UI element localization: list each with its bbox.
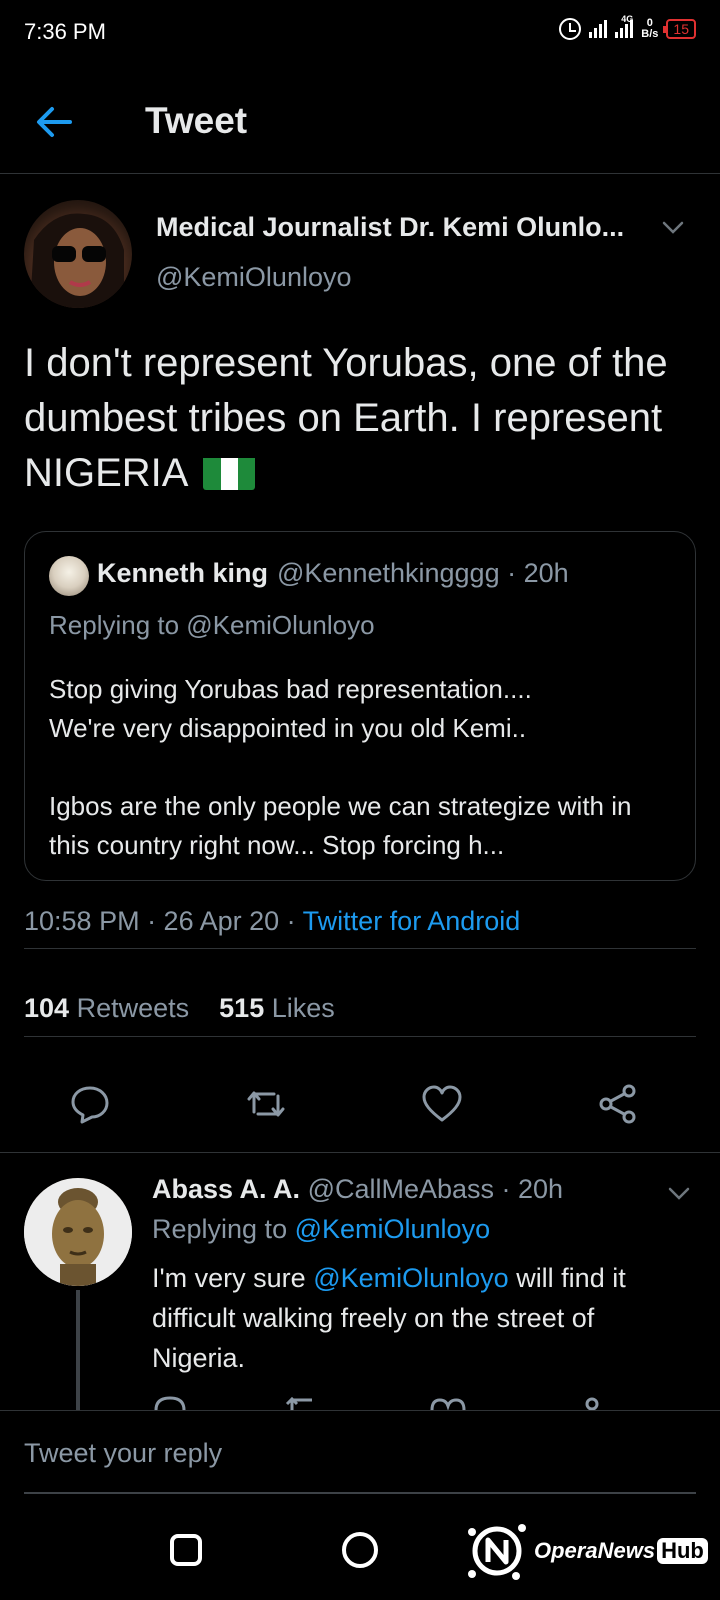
watermark-hub: Hub <box>657 1538 708 1564</box>
network-type: 4G <box>621 14 634 24</box>
watermark-brand: OperaNews <box>534 1538 656 1563</box>
quoted-tweet[interactable]: Kenneth king @Kennethkingggg · 20h Reply… <box>24 531 696 881</box>
reply-author-name[interactable]: Abass A. A. <box>152 1174 300 1204</box>
reply-text-before: I'm very sure <box>152 1263 314 1293</box>
chevron-down-icon[interactable] <box>660 214 686 240</box>
engagement-stats: 104 Retweets 515 Likes <box>24 993 335 1024</box>
quoted-author-avatar <box>49 556 89 596</box>
reply-author-avatar[interactable] <box>24 1178 132 1286</box>
reply-composer <box>0 1410 720 1496</box>
divider <box>24 948 696 949</box>
net-speed-unit: B/s <box>641 28 659 40</box>
chevron-down-icon[interactable] <box>666 1180 692 1206</box>
alarm-icon <box>559 18 582 40</box>
tweet-text: I don't represent Yorubas, one of the du… <box>24 341 668 495</box>
divider <box>0 1152 720 1153</box>
retweets-count: 104 <box>24 993 70 1023</box>
watermark-text: OperaNews Hub <box>534 1538 708 1564</box>
quoted-author-name: Kenneth king <box>97 558 269 588</box>
likes-label: Likes <box>271 993 335 1023</box>
tweet-time: 10:58 PM · 26 Apr 20 · <box>24 906 303 936</box>
reply-actions-partial <box>152 1394 692 1410</box>
reply-input[interactable] <box>24 1433 696 1473</box>
author-name[interactable]: Medical Journalist Dr. Kemi Olunlo... <box>156 212 646 243</box>
tweet-actions <box>0 1062 720 1152</box>
likes-count: 515 <box>219 993 265 1023</box>
quoted-handle-time: @Kennethkingggg · 20h <box>277 558 569 588</box>
divider <box>24 1036 696 1037</box>
status-icons: 4G 0 B/s 15 <box>559 14 696 40</box>
author-handle[interactable]: @KemiOlunloyo <box>156 262 352 293</box>
signal-icon <box>589 20 608 38</box>
watermark: OperaNews Hub <box>464 1518 714 1584</box>
page-title: Tweet <box>145 100 248 141</box>
composer-underline <box>24 1492 696 1494</box>
share-icon[interactable] <box>596 1082 640 1126</box>
battery-icon: 15 <box>663 19 696 39</box>
like-icon[interactable] <box>420 1082 464 1126</box>
reply-text: I'm very sure @KemiOlunloyo will find it… <box>152 1258 692 1378</box>
nigeria-flag-icon <box>203 454 256 490</box>
recents-button[interactable] <box>170 1534 202 1566</box>
reply-replying-to: Replying to @KemiOlunloyo <box>152 1214 490 1245</box>
quoted-replying-to: Replying to @KemiOlunloyo <box>49 610 375 640</box>
reply-icon[interactable] <box>68 1082 112 1126</box>
tweet-timestamp: 10:58 PM · 26 Apr 20 · Twitter for Andro… <box>24 906 520 937</box>
reply-mention[interactable]: @KemiOlunloyo <box>313 1263 509 1293</box>
home-button[interactable] <box>342 1532 378 1568</box>
system-nav-bar: OperaNews Hub <box>0 1500 720 1600</box>
top-app-bar: Tweet <box>0 62 720 174</box>
reply-action-icons <box>154 1396 599 1410</box>
replying-to-mention[interactable]: @KemiOlunloyo <box>295 1214 491 1244</box>
thread-line <box>76 1290 80 1410</box>
retweet-icon[interactable] <box>244 1082 288 1126</box>
retweets-label: Retweets <box>76 993 190 1023</box>
tweet-body: I don't represent Yorubas, one of the du… <box>24 336 684 501</box>
signal-4g-icon: 4G <box>615 14 634 38</box>
status-time: 7:36 PM <box>24 19 106 44</box>
operanews-logo-icon <box>468 1524 526 1580</box>
bronze-head-portrait <box>24 1178 132 1286</box>
tweet-source-link[interactable]: Twitter for Android <box>303 906 521 936</box>
net-speed: 0 B/s <box>641 18 658 40</box>
reply-header: Abass A. A. @CallMeAbass · 20h <box>152 1174 563 1205</box>
sunglasses-portrait <box>30 213 124 308</box>
replying-prefix: Replying to <box>152 1214 295 1244</box>
retweets-stat[interactable]: 104 Retweets <box>24 993 189 1023</box>
author-avatar[interactable] <box>24 200 132 308</box>
reply-handle-time: @CallMeAbass · 20h <box>307 1174 564 1204</box>
likes-stat[interactable]: 515 Likes <box>219 993 335 1023</box>
status-bar: 7:36 PM 4G 0 B/s 15 <box>0 0 720 62</box>
arrow-left-icon[interactable] <box>30 98 78 146</box>
quoted-text: Stop giving Yorubas bad representation..… <box>49 674 632 860</box>
